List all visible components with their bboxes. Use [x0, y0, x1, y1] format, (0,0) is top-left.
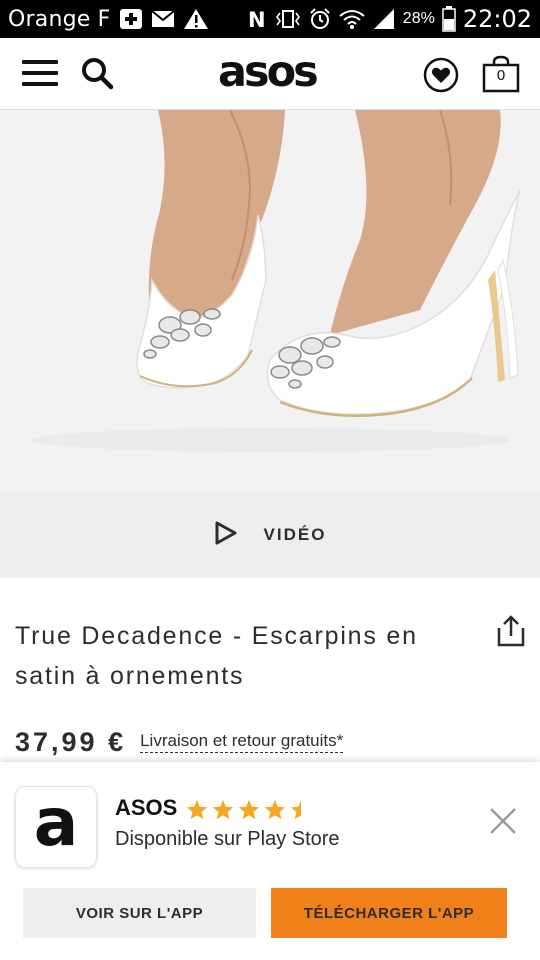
app-rating: [186, 799, 312, 820]
svg-text:N: N: [248, 8, 266, 30]
bag-icon[interactable]: 0: [481, 54, 521, 94]
price-row: 37,99 € Livraison et retour gratuits*: [15, 722, 344, 762]
video-label: VIDÉO: [263, 525, 327, 544]
battery-percent: 28%: [402, 10, 435, 27]
warning-icon: [183, 8, 209, 30]
vibrate-icon: [275, 9, 301, 29]
app-availability: Disponible sur Play Store: [115, 828, 340, 850]
menu-icon[interactable]: [22, 60, 58, 90]
clock: 22:02: [462, 5, 532, 33]
product-image[interactable]: [0, 110, 540, 492]
app-name: ASOS: [115, 795, 178, 820]
star-icon: [264, 799, 286, 820]
battery-icon: [442, 6, 456, 32]
signal-icon: [372, 8, 396, 30]
carrier-name: Orange F: [8, 6, 111, 32]
view-in-app-button[interactable]: VOIR SUR L'APP: [23, 888, 256, 938]
plus-box-icon: [119, 8, 143, 30]
alarm-icon: [308, 7, 332, 31]
star-icon: [186, 799, 208, 820]
bag-count: 0: [496, 67, 506, 84]
star-icon: [212, 799, 234, 820]
heart-icon[interactable]: [423, 57, 459, 93]
status-bar: Orange F N 28% 22:02: [0, 0, 540, 38]
app-header: asos 0: [0, 38, 540, 110]
wifi-icon: [339, 8, 365, 30]
download-app-button[interactable]: TÉLÉCHARGER L'APP: [271, 888, 507, 938]
app-install-banner: a ASOS Disponible sur Play Store VOIR SU…: [0, 762, 540, 960]
asos-logo[interactable]: asos: [218, 48, 319, 96]
product-title: True Decadence - Escarpins en satin à or…: [15, 622, 418, 690]
close-icon[interactable]: [488, 806, 518, 836]
product-price: 37,99 €: [15, 726, 127, 757]
star-icon: [238, 799, 260, 820]
search-icon[interactable]: [80, 56, 116, 92]
app-icon: a: [15, 786, 97, 868]
video-button[interactable]: VIDÉO: [0, 492, 540, 578]
star-half-icon: [290, 799, 301, 820]
app-icon-letter: a: [33, 784, 79, 861]
nfc-icon: N: [246, 8, 268, 30]
play-icon: [214, 520, 238, 551]
free-delivery-link[interactable]: Livraison et retour gratuits*: [140, 731, 344, 753]
mail-icon: [150, 10, 175, 28]
share-icon[interactable]: [496, 614, 526, 648]
